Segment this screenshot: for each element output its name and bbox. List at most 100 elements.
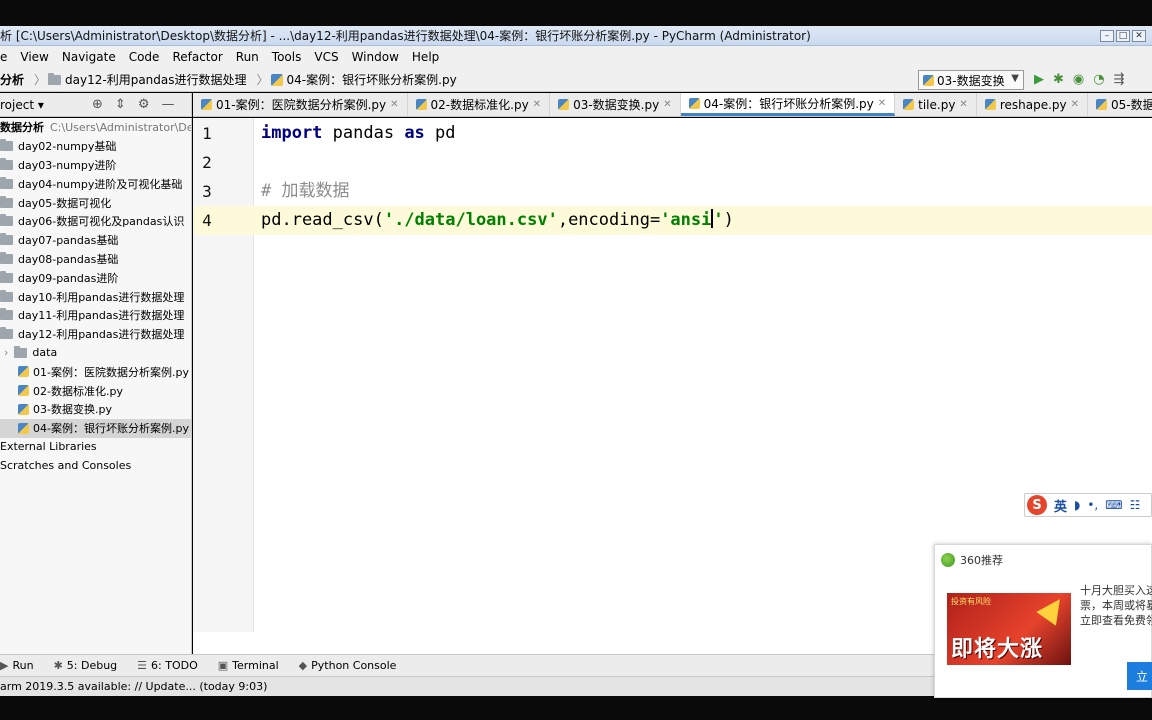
project-view-selector[interactable]: roject ▾ [0, 98, 44, 112]
menu-item-code[interactable]: Code [129, 50, 160, 64]
tree-item[interactable]: day02-numpy基础 [0, 137, 191, 156]
editor-tab[interactable]: 03-数据变换.py ✕ [550, 93, 681, 116]
gear-icon[interactable]: ⚙ [138, 97, 150, 112]
tree-item-path: C:\Users\Administrator\Des [50, 120, 192, 134]
editor-tab[interactable]: reshape.py ✕ [977, 93, 1088, 116]
breadcrumb-root[interactable]: 分析 [0, 71, 24, 88]
editor-tab-label: tile.py [918, 97, 956, 112]
editor-tab-label: 04-案例：银行坏账分析案例.py [703, 96, 874, 111]
debug-icon[interactable]: ✱ [1053, 72, 1064, 88]
editor-tab[interactable]: 01-案例：医院数据分析案例.py ✕ [193, 93, 408, 116]
menu-item-edit[interactable]: e [0, 50, 7, 64]
menu-item-tools[interactable]: Tools [272, 50, 302, 64]
ime-language-toggle[interactable]: 英 [1054, 496, 1067, 515]
chevron-right-icon: 〉 [256, 73, 269, 87]
editor-tab[interactable]: 02-数据标准化.py ✕ [408, 93, 551, 116]
tree-item[interactable]: day11-利用pandas进行数据处理 [0, 306, 191, 325]
popup-text[interactable]: 十月大胆买入这 票，本周或将暴 立即查看免费领 [1080, 583, 1152, 628]
maximize-button[interactable]: □ [1116, 29, 1130, 42]
editor-tab[interactable]: 05-数据清洗之!✕ [1088, 93, 1152, 116]
chevron-right-icon[interactable]: › [4, 346, 8, 359]
tree-item[interactable]: 数据分析 C:\Users\Administrator\Des [0, 118, 191, 137]
close-tab-icon[interactable]: ✕ [533, 99, 541, 110]
collapse-all-icon[interactable]: ⇕ [115, 97, 126, 112]
popup-text-line: 票，本周或将暴 [1080, 599, 1152, 612]
tree-item[interactable]: day08-pandas基础 [0, 250, 191, 269]
tool-window-label: Run [12, 659, 34, 672]
status-message[interactable]: arm 2019.3.5 available: // Update... (to… [0, 680, 267, 693]
editor-tab[interactable]: 04-案例：银行坏账分析案例.py ✕ [680, 93, 896, 116]
minimize-button[interactable]: – [1100, 29, 1114, 42]
menu-bar: e View Navigate Code Refactor Run Tools VCS Win… [0, 46, 1152, 68]
tree-item-label: data [32, 346, 58, 360]
popup-cta-button[interactable]: 立 [1127, 662, 1152, 690]
tool-window-run[interactable]: ▶ Run [0, 659, 34, 672]
run-icon: ▶ [0, 659, 9, 672]
hide-panel-icon[interactable]: — [161, 97, 174, 112]
punctuation-icon[interactable]: •, [1087, 498, 1098, 512]
run-toolbar: ▶ ✱ ◉ ◔ ⇶ [1034, 72, 1125, 88]
menu-item-navigate[interactable]: Navigate [62, 50, 116, 64]
menu-item-refactor[interactable]: Refactor [172, 50, 222, 64]
editor-tab[interactable]: tile.py ✕ [895, 93, 977, 116]
menu-item-view[interactable]: View [20, 50, 48, 64]
close-button[interactable]: ✕ [1132, 29, 1146, 42]
tree-item[interactable]: day09-pandas进阶 [0, 268, 191, 287]
tree-item[interactable]: 03-数据变换.py [0, 400, 191, 419]
promo-image[interactable]: 投资有风险 即将大涨 [947, 593, 1071, 665]
tree-item-label: day06-数据可视化及pandas认识 [18, 215, 185, 229]
tree-item[interactable]: day03-numpy进阶 [0, 156, 191, 175]
breadcrumb-folder[interactable]: day12-利用pandas进行数据处理 [48, 71, 247, 88]
tool-window-terminal[interactable]: ▣ Terminal [218, 659, 279, 672]
close-tab-icon[interactable]: ✕ [878, 98, 886, 109]
tool-window-python-console[interactable]: ◆ Python Console [299, 659, 397, 672]
tree-item-label: 01-案例：医院数据分析案例.py [33, 365, 189, 379]
moon-icon[interactable]: ◗ [1074, 498, 1080, 512]
tree-item[interactable]: 02-数据标准化.py [0, 381, 191, 400]
close-tab-icon[interactable]: ✕ [390, 99, 398, 110]
tree-item[interactable]: External Libraries [0, 438, 191, 457]
python-file-icon [270, 73, 283, 86]
build-icon[interactable]: ⇶ [1114, 72, 1125, 88]
run-configuration-select[interactable]: 03-数据变换 ▼ [918, 70, 1024, 90]
tool-window-label: 5: Debug [66, 659, 118, 672]
breadcrumb-file[interactable]: 04-案例：银行坏账分析案例.py [270, 71, 457, 88]
coverage-icon[interactable]: ◉ [1073, 72, 1084, 88]
close-tab-icon[interactable]: ✕ [663, 99, 671, 110]
close-tab-icon[interactable]: ✕ [959, 99, 967, 110]
tool-window-debug[interactable]: ✱ 5: Debug [54, 659, 118, 672]
tree-item[interactable]: day05-数据可视化 [0, 193, 191, 212]
tree-item[interactable]: day06-数据可视化及pandas认识 [0, 212, 191, 231]
code-line[interactable]: 4 pd.read_csv('./data/loan.csv',encoding=… [193, 206, 1152, 235]
tree-item[interactable]: 01-案例：医院数据分析案例.py [0, 362, 191, 381]
menu-icon[interactable]: ☷ [1130, 498, 1141, 512]
code-line[interactable]: 1 import pandas as pd [193, 119, 1152, 148]
tree-item[interactable]: day12-利用pandas进行数据处理 [0, 325, 191, 344]
sogou-logo-icon[interactable]: S [1027, 495, 1047, 515]
run-icon[interactable]: ▶ [1034, 72, 1044, 88]
locate-icon[interactable]: ⊕ [92, 97, 103, 112]
line-number: 3 [202, 182, 212, 201]
menu-item-vcs[interactable]: VCS [314, 50, 338, 64]
code-token: # 加载数据 [261, 181, 350, 201]
code-line[interactable]: 2 [193, 148, 1152, 177]
keyboard-icon[interactable]: ⌨ [1105, 498, 1122, 512]
tree-item[interactable]: Scratches and Consoles [0, 456, 191, 475]
code-token: './data/loan.csv' [383, 210, 558, 230]
menu-item-help[interactable]: Help [412, 50, 439, 64]
tree-item[interactable]: › data [0, 344, 191, 363]
tool-window-todo[interactable]: ☰ 6: TODO [137, 659, 198, 672]
close-tab-icon[interactable]: ✕ [1071, 99, 1079, 110]
menu-item-window[interactable]: Window [352, 50, 399, 64]
code-text: import pandas as pd [261, 119, 456, 148]
tree-item-label: day02-numpy基础 [18, 140, 117, 154]
tree-item[interactable]: day07-pandas基础 [0, 231, 191, 250]
code-line[interactable]: 3 # 加载数据 [193, 177, 1152, 206]
code-token: import [261, 123, 323, 143]
tree-item[interactable]: day10-利用pandas进行数据处理 [0, 287, 191, 306]
run-configuration-label: 03-数据变换 [937, 73, 1005, 88]
tree-item[interactable]: 04-案例：银行坏账分析案例.py [0, 418, 191, 438]
menu-item-run[interactable]: Run [236, 50, 259, 64]
tree-item[interactable]: day04-numpy进阶及可视化基础 [0, 174, 191, 193]
profile-icon[interactable]: ◔ [1093, 72, 1104, 88]
